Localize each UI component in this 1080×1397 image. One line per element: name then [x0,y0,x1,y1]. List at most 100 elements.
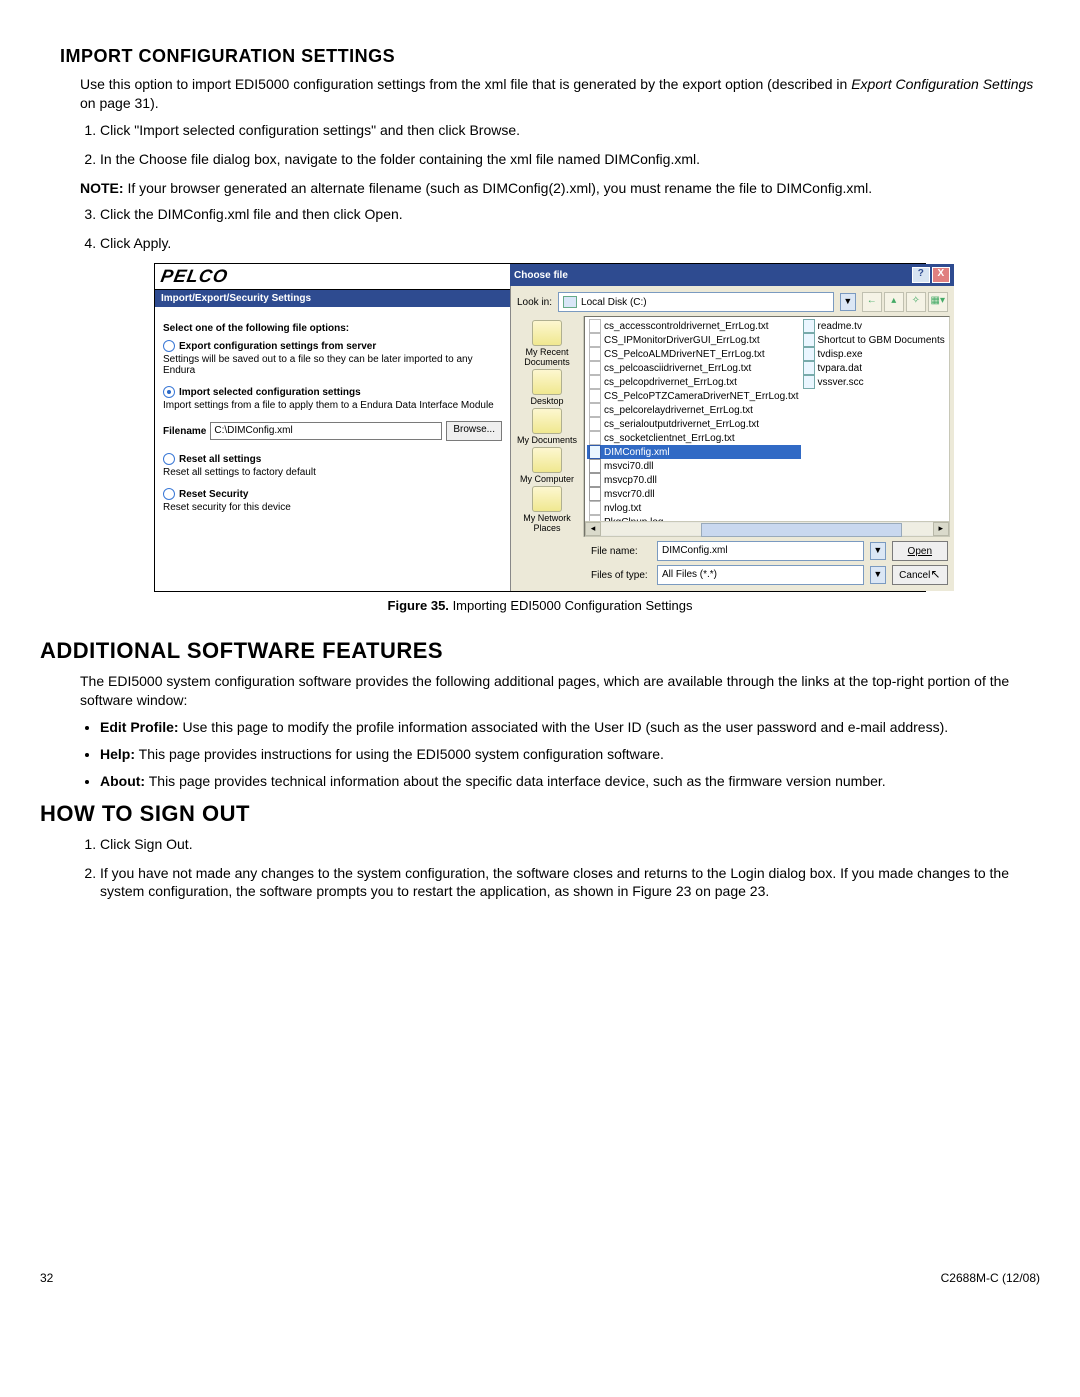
bullet-label: About: [100,773,145,789]
file-list[interactable]: cs_accesscontroldrivernet_ErrLog.txtCS_I… [584,316,950,537]
file-name: readme.tv [818,321,862,332]
file-icon [803,347,815,361]
opt-import[interactable]: Import selected configuration settings [163,386,502,398]
file-item[interactable]: tvpara.dat [801,361,947,375]
figure-caption: Figure 35. Importing EDI5000 Configurati… [40,598,1040,613]
radio-icon[interactable] [163,340,175,352]
file-icon [589,473,601,487]
open-button[interactable]: Open [892,541,948,561]
file-item[interactable]: msvcr70.dll [587,487,801,501]
signout-step-2: If you have not made any changes to the … [100,864,1040,902]
file-item[interactable]: Shortcut to GBM Documents [801,333,947,347]
place-desktop[interactable]: Desktop [530,369,563,406]
cancel-label: Cancel [899,570,930,581]
signout-heading: How To Sign Out [40,801,1040,827]
file-item[interactable]: CS_IPMonitorDriverGUI_ErrLog.txt [587,333,801,347]
doc-id: C2688M-C (12/08) [941,1271,1040,1285]
scroll-right-icon[interactable]: ▸ [933,522,949,536]
file-icon [589,459,601,473]
views-icon[interactable]: ▦▾ [928,292,948,312]
file-item[interactable]: vssver.scc [801,375,947,389]
lookin-select[interactable]: Local Disk (C:) [558,292,834,312]
opt-reset-sec[interactable]: Reset Security [163,488,502,500]
file-item[interactable]: tvdisp.exe [801,347,947,361]
steps-b: Click the DIMConfig.xml file and then cl… [100,205,1040,253]
place-netplaces[interactable]: My Network Places [511,486,583,533]
file-item[interactable]: msvcp70.dll [587,473,801,487]
open-label: Open [908,546,932,557]
radio-icon[interactable] [163,453,175,465]
file-item[interactable]: cs_pelcoasciidrivernet_ErrLog.txt [587,361,801,375]
import-heading: Import Configuration Settings [60,46,1040,67]
file-item[interactable]: msvci70.dll [587,459,801,473]
figure-label: Figure 35. [388,598,449,613]
file-item[interactable]: cs_serialoutputdrivernet_ErrLog.txt [587,417,801,431]
back-icon[interactable]: ← [862,292,882,312]
bullet-text: This page provides technical information… [145,773,886,789]
app-left-pane: PELCO Import/Export/Security Settings Se… [155,264,510,591]
file-name: msvcr70.dll [604,489,655,500]
folder-icon [532,447,562,473]
chevron-down-icon[interactable]: ▼ [840,293,856,311]
file-name: CS_PelcoALMDriverNET_ErrLog.txt [604,349,765,360]
filename-field[interactable]: DIMConfig.xml [657,541,864,561]
step-3: Click the DIMConfig.xml file and then cl… [100,205,1040,224]
file-icon [589,445,601,459]
file-name: msvcp70.dll [604,475,657,486]
chevron-down-icon[interactable]: ▼ [870,542,886,560]
bullet-edit: Edit Profile: Use this page to modify th… [100,718,1040,737]
file-item[interactable]: CS_PelcoALMDriverNET_ErrLog.txt [587,347,801,361]
bullet-text: This page provides instructions for usin… [135,746,664,762]
options-title: Select one of the following file options… [163,323,502,334]
opt-reset-all-sub: Reset all settings to factory default [163,467,502,478]
opt-reset-sec-label: Reset Security [179,489,248,500]
place-mycomp[interactable]: My Computer [520,447,574,484]
file-name: nvlog.txt [604,503,641,514]
place-mydocs[interactable]: My Documents [517,408,577,445]
radio-icon[interactable] [163,488,175,500]
file-name: cs_pelcoasciidrivernet_ErrLog.txt [604,363,751,374]
opt-export[interactable]: Export configuration settings from serve… [163,340,502,352]
file-icon [589,389,601,403]
scroll-left-icon[interactable]: ◂ [585,522,601,536]
filetype-label: Files of type: [591,570,651,581]
radio-icon[interactable] [163,386,175,398]
filename-input[interactable]: C:\DIMConfig.xml [210,422,442,440]
up-icon[interactable]: ▴ [884,292,904,312]
file-name: cs_pelcorelaydrivernet_ErrLog.txt [604,405,753,416]
place-recent[interactable]: My Recent Documents [511,320,583,367]
file-name: CS_PelcoPTZCameraDriverNET_ErrLog.txt [604,391,799,402]
file-icon [589,431,601,445]
cursor-icon: ↖ [930,567,940,581]
file-item[interactable]: cs_socketclientnet_ErrLog.txt [587,431,801,445]
file-item[interactable]: cs_accesscontroldrivernet_ErrLog.txt [587,319,801,333]
folder-icon [532,369,562,395]
brand-bar: PELCO [155,264,510,290]
intro-text: Use this option to import EDI5000 config… [80,75,1040,113]
lookin-value: Local Disk (C:) [581,297,647,308]
filename-value: DIMConfig.xml [662,542,728,560]
file-name: cs_serialoutputdrivernet_ErrLog.txt [604,419,759,430]
features-intro: The EDI5000 system configuration softwar… [80,672,1040,710]
file-icon [589,361,601,375]
help-button[interactable]: ? [912,267,930,283]
browse-button[interactable]: Browse... [446,421,502,441]
file-icon [589,501,601,515]
opt-reset-all[interactable]: Reset all settings [163,453,502,465]
file-item[interactable]: cs_pelcorelaydrivernet_ErrLog.txt [587,403,801,417]
file-icon [803,361,815,375]
file-item[interactable]: readme.tv [801,319,947,333]
newfolder-icon[interactable]: ✧ [906,292,926,312]
file-item[interactable]: cs_pelcopdrivernet_ErrLog.txt [587,375,801,389]
h-scrollbar[interactable]: ◂ ▸ [585,521,949,536]
file-item[interactable]: nvlog.txt [587,501,801,515]
chevron-down-icon[interactable]: ▼ [870,566,886,584]
bullet-label: Edit Profile: [100,719,179,735]
cancel-button[interactable]: Cancel↖ [892,565,948,585]
file-item[interactable]: CS_PelcoPTZCameraDriverNET_ErrLog.txt [587,389,801,403]
scroll-thumb[interactable] [701,523,902,537]
file-name: vssver.scc [818,377,864,388]
filetype-field[interactable]: All Files (*.*) [657,565,864,585]
close-button[interactable]: X [932,267,950,283]
file-item[interactable]: DIMConfig.xml [587,445,801,459]
